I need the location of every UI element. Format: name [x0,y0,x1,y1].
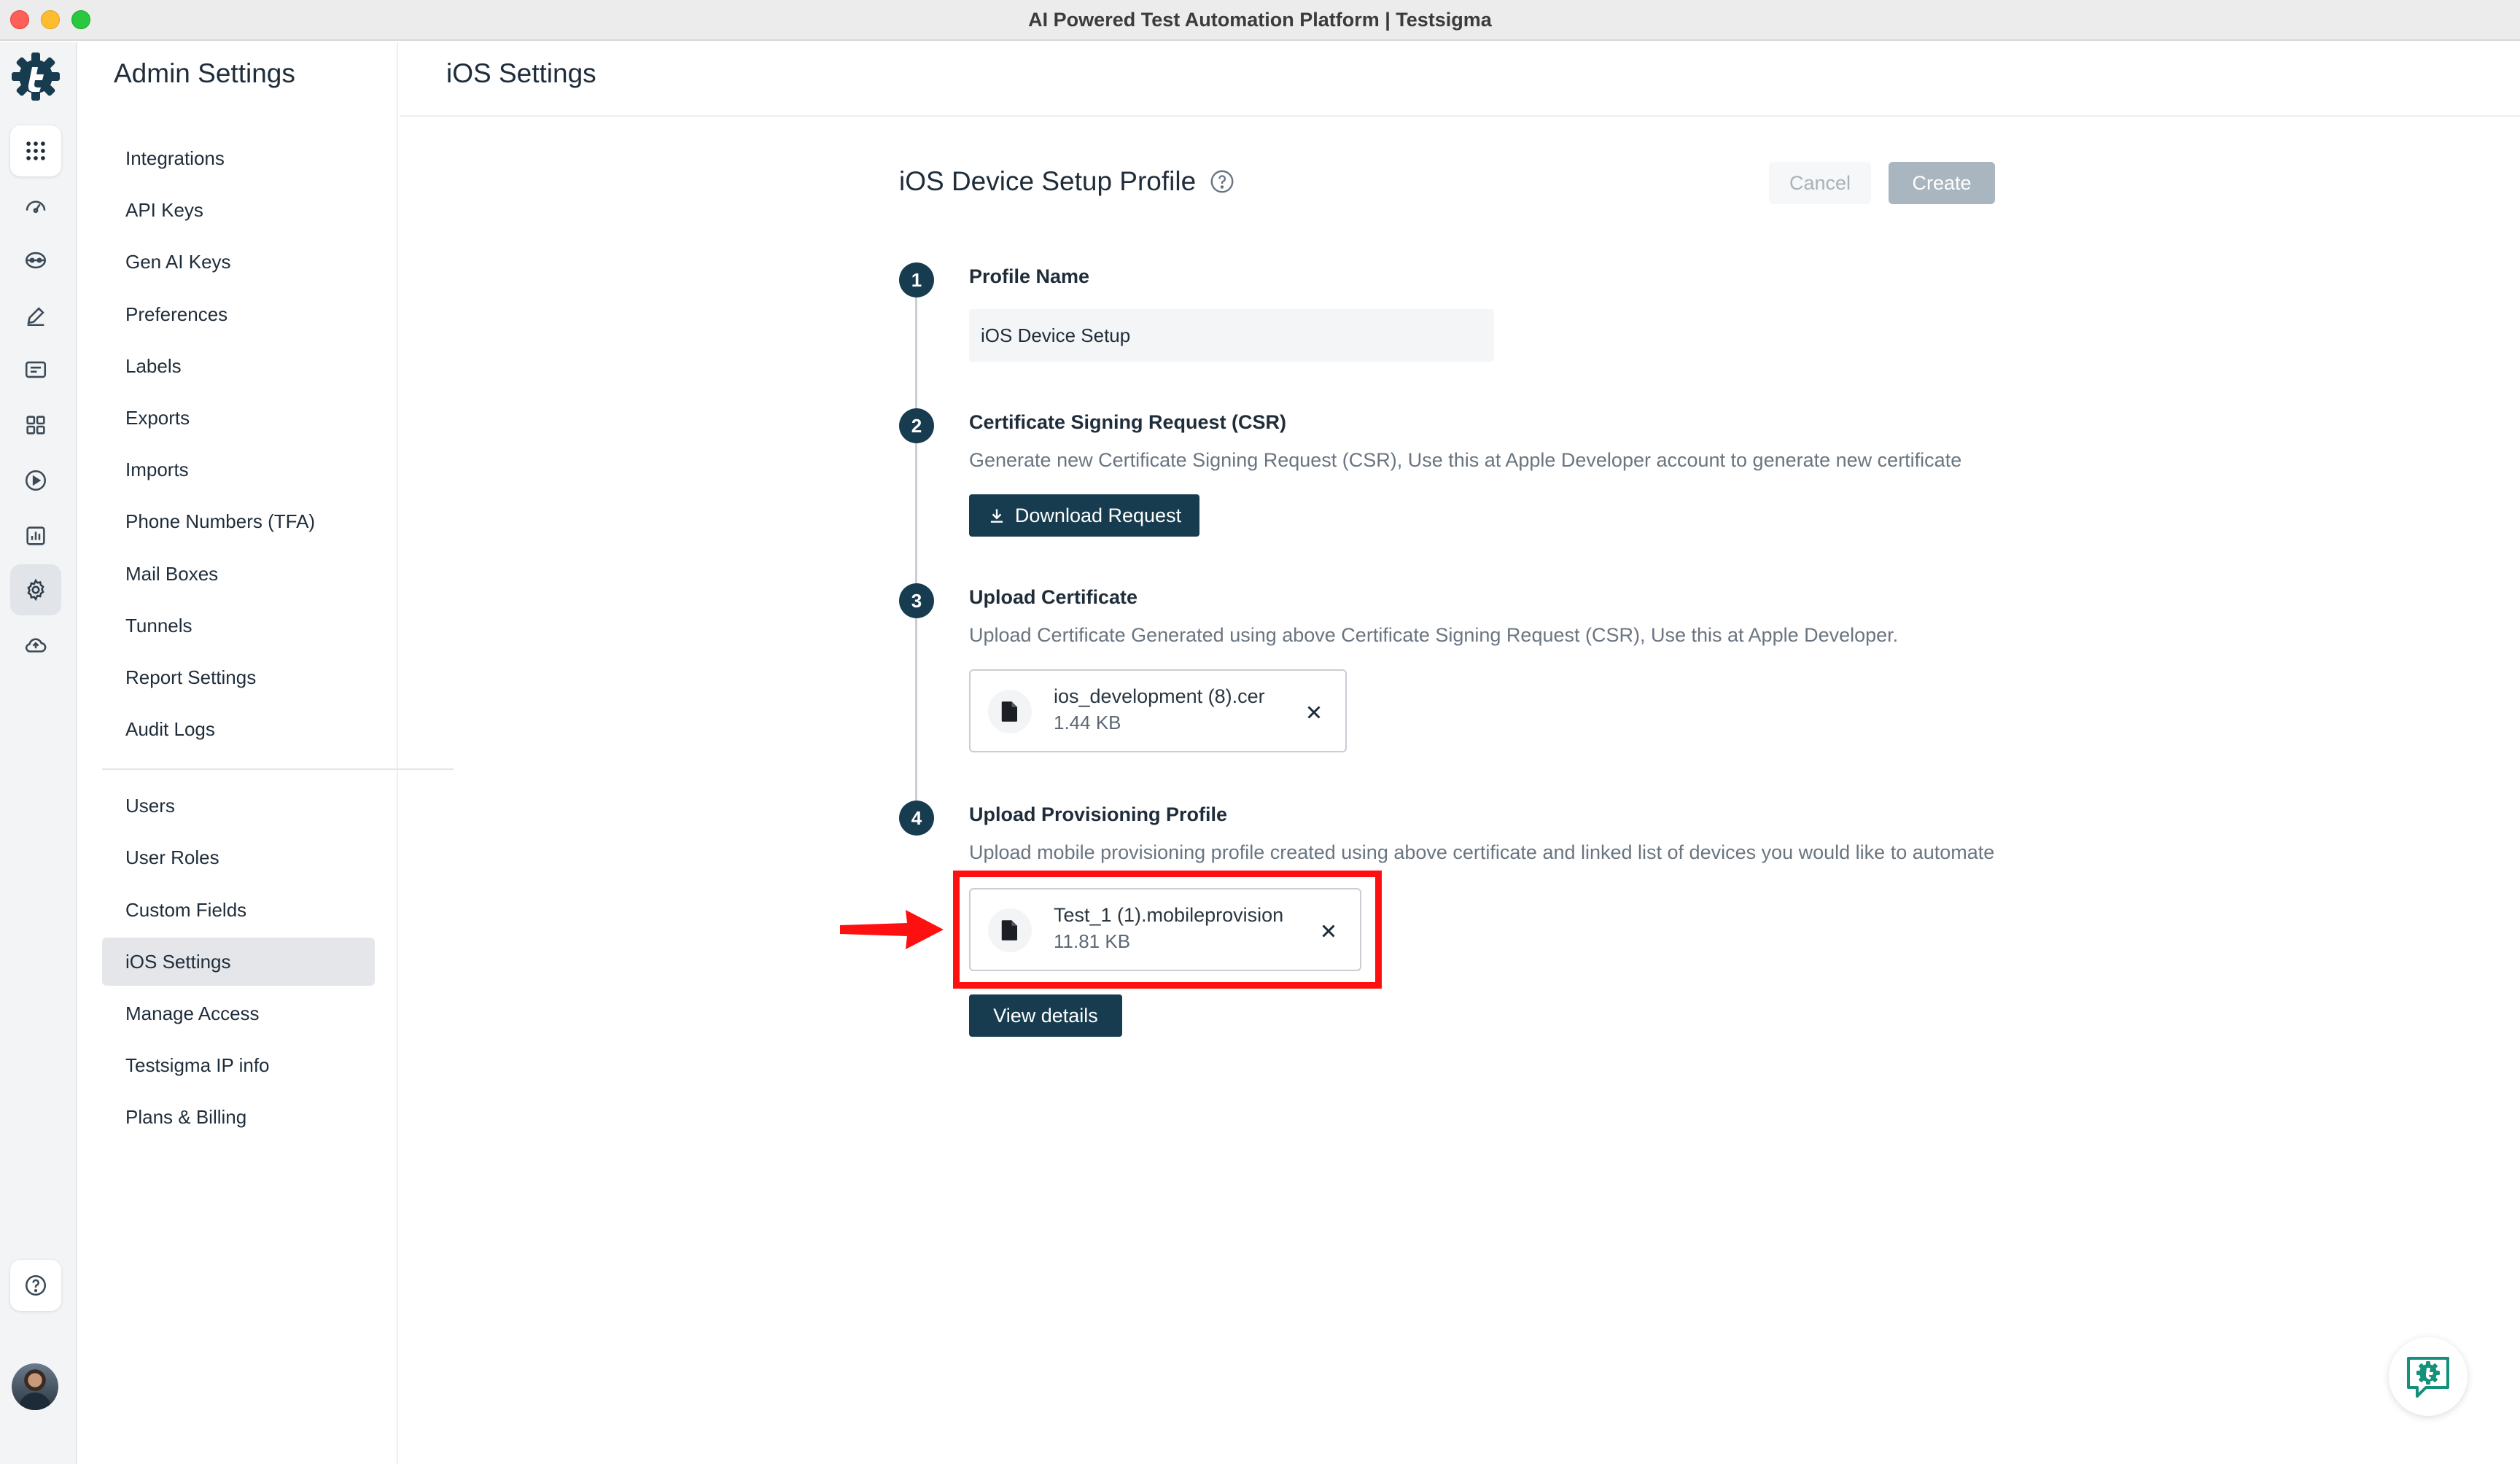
file-size: 1.44 KB [1054,712,1121,733]
sidebar-item-label: Users [125,794,175,817]
main-header: iOS Settings [400,42,2520,117]
step-4-description: Upload mobile provisioning profile creat… [969,841,1995,863]
reports-icon[interactable] [10,510,61,561]
step-2-title: Certificate Signing Request (CSR) [969,411,1287,433]
sidebar-item-label: Tunnels [125,614,192,636]
sidebar-item-label: Preferences [125,303,228,325]
cancel-button[interactable]: Cancel [1769,162,1871,204]
sidebar-item-manage-access[interactable]: Manage Access [102,989,375,1037]
remove-file-close-icon[interactable] [1303,701,1325,723]
minimize-window-button[interactable] [41,10,60,29]
sidebar-item-custom-fields[interactable]: Custom Fields [102,886,375,934]
sidebar-item-api-keys[interactable]: API Keys [102,186,375,234]
file-name: ios_development (8).cer [1054,685,1265,707]
maximize-window-button[interactable] [71,10,90,29]
step-number-4: 4 [899,801,934,836]
sidebar-item-integrations[interactable]: Integrations [102,134,375,182]
admin-settings-sidebar: Admin Settings Integrations API Keys Gen… [79,42,454,1464]
help-icon[interactable] [10,1260,61,1311]
page-title: iOS Settings [446,58,596,88]
help-circle-icon[interactable] [1209,168,1235,195]
app-icon-rail [0,42,77,1464]
window-title-bar: AI Powered Test Automation Platform | Te… [0,0,2520,41]
test-lab-icon[interactable] [10,235,61,286]
sidebar-item-label: Exports [125,406,190,429]
step-2-description: Generate new Certificate Signing Request… [969,449,1962,471]
sidebar-item-phone-numbers[interactable]: Phone Numbers (TFA) [102,497,375,545]
close-window-button[interactable] [10,10,29,29]
sidebar-item-labels[interactable]: Labels [102,342,375,390]
sidebar-item-user-roles[interactable]: User Roles [102,833,375,881]
window-title: AI Powered Test Automation Platform | Te… [1028,8,1492,31]
step-number-2: 2 [899,408,934,443]
sidebar-item-testsigma-ip-info[interactable]: Testsigma IP info [102,1041,375,1089]
sidebar-item-label: Manage Access [125,1002,260,1024]
sidebar-item-gen-ai-keys[interactable]: Gen AI Keys [102,238,375,286]
download-icon [990,509,1003,523]
profile-name-input[interactable] [969,309,1494,362]
sidebar-item-label: User Roles [125,846,219,868]
sidebar-item-label: Integrations [125,147,225,169]
step-3-description: Upload Certificate Generated using above… [969,624,1899,646]
sidebar-item-mail-boxes[interactable]: Mail Boxes [102,550,375,598]
sidebar-item-label: Plans & Billing [125,1105,247,1128]
sidebar-item-tunnels[interactable]: Tunnels [102,601,375,650]
sidebar-item-label: Audit Logs [125,717,215,740]
view-details-button[interactable]: View details [969,994,1122,1037]
sidebar-item-label: Phone Numbers (TFA) [125,510,316,532]
certificate-file-card: ios_development (8).cer 1.44 KB [969,669,1347,752]
sidebar-item-label: Gen AI Keys [125,250,231,273]
modules-icon[interactable] [10,400,61,451]
sidebar-divider [102,768,454,770]
sidebar-item-imports[interactable]: Imports [102,445,375,494]
sidebar-item-report-settings[interactable]: Report Settings [102,653,375,701]
download-request-label: Download Request [1014,504,1182,526]
cloud-icon[interactable] [10,620,61,671]
window-controls [10,10,90,29]
folder-icon[interactable] [10,344,61,395]
download-request-button[interactable]: Download Request [969,494,1199,537]
user-avatar[interactable] [12,1363,58,1410]
run-icon[interactable] [10,455,61,506]
chat-bot-icon [2407,1357,2449,1398]
step-number-1: 1 [899,262,934,297]
step-3-title: Upload Certificate [969,586,1138,608]
sidebar-item-label: iOS Settings [125,950,231,973]
form-title-text: iOS Device Setup Profile [899,166,1197,196]
sidebar-item-label: Imports [125,458,189,480]
create-button[interactable]: Create [1889,162,1995,204]
edit-icon[interactable] [10,290,61,341]
sidebar-item-label: Labels [125,354,182,377]
annotation-arrow-icon [840,910,944,949]
annotation-highlight-box [953,871,1382,989]
sidebar-item-label: API Keys [125,198,203,221]
sidebar-item-label: Custom Fields [125,898,247,921]
sidebar-item-exports[interactable]: Exports [102,394,375,442]
form-title: iOS Device Setup Profile [899,166,1235,197]
sidebar-item-audit-logs[interactable]: Audit Logs [102,705,375,753]
sidebar-title: Admin Settings [114,58,295,88]
stepper-line [915,296,917,818]
sidebar-item-label: Mail Boxes [125,562,219,585]
apps-grid-icon[interactable] [10,125,61,176]
step-4-title: Upload Provisioning Profile [969,803,1228,825]
sidebar-item-plans-billing[interactable]: Plans & Billing [102,1093,375,1141]
step-1-title: Profile Name [969,265,1090,287]
sidebar-item-label: Testsigma IP info [125,1054,270,1076]
sidebar-item-ios-settings[interactable]: iOS Settings [102,938,375,986]
sidebar-item-users[interactable]: Users [102,782,375,830]
step-number-3: 3 [899,583,934,618]
chat-assistant-button[interactable] [2389,1337,2468,1416]
settings-icon[interactable] [10,564,61,615]
file-icon [988,690,1032,733]
dashboard-icon[interactable] [10,181,61,232]
sidebar-item-preferences[interactable]: Preferences [102,290,375,338]
testsigma-logo-icon[interactable] [10,51,61,102]
sidebar-item-label: Report Settings [125,666,257,688]
